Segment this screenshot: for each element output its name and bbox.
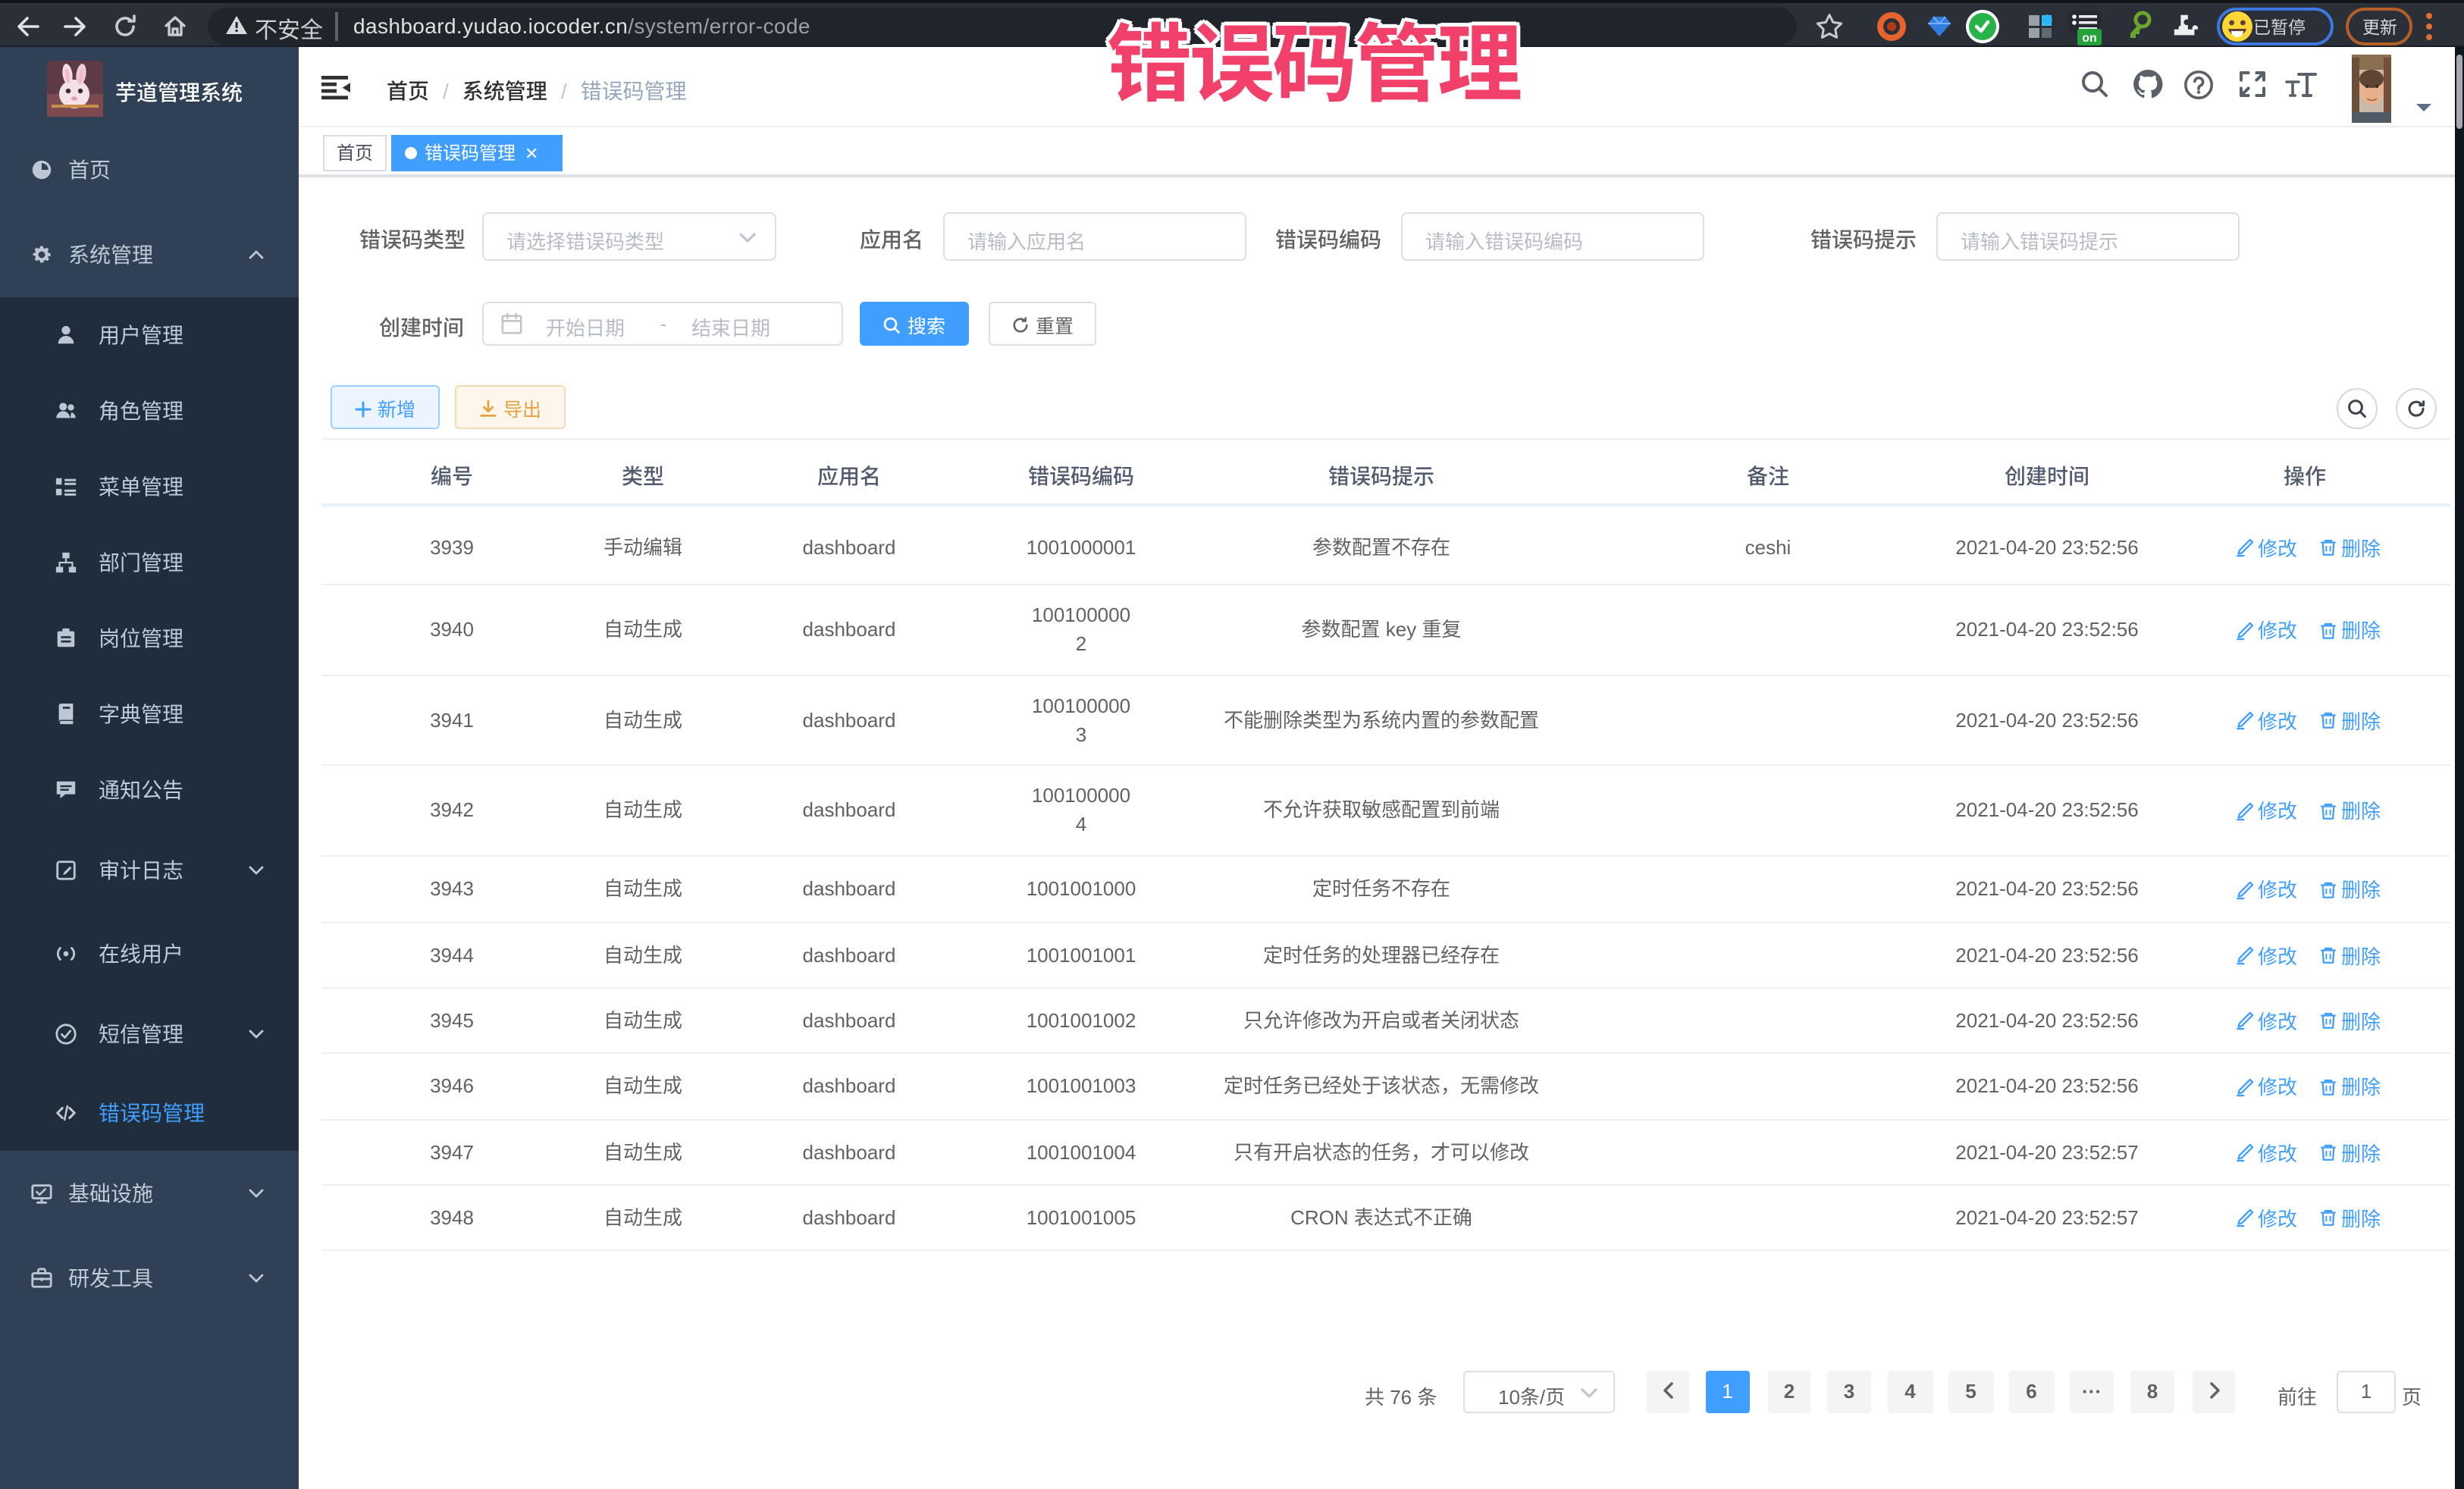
svg-text:on: on	[2082, 32, 2097, 45]
